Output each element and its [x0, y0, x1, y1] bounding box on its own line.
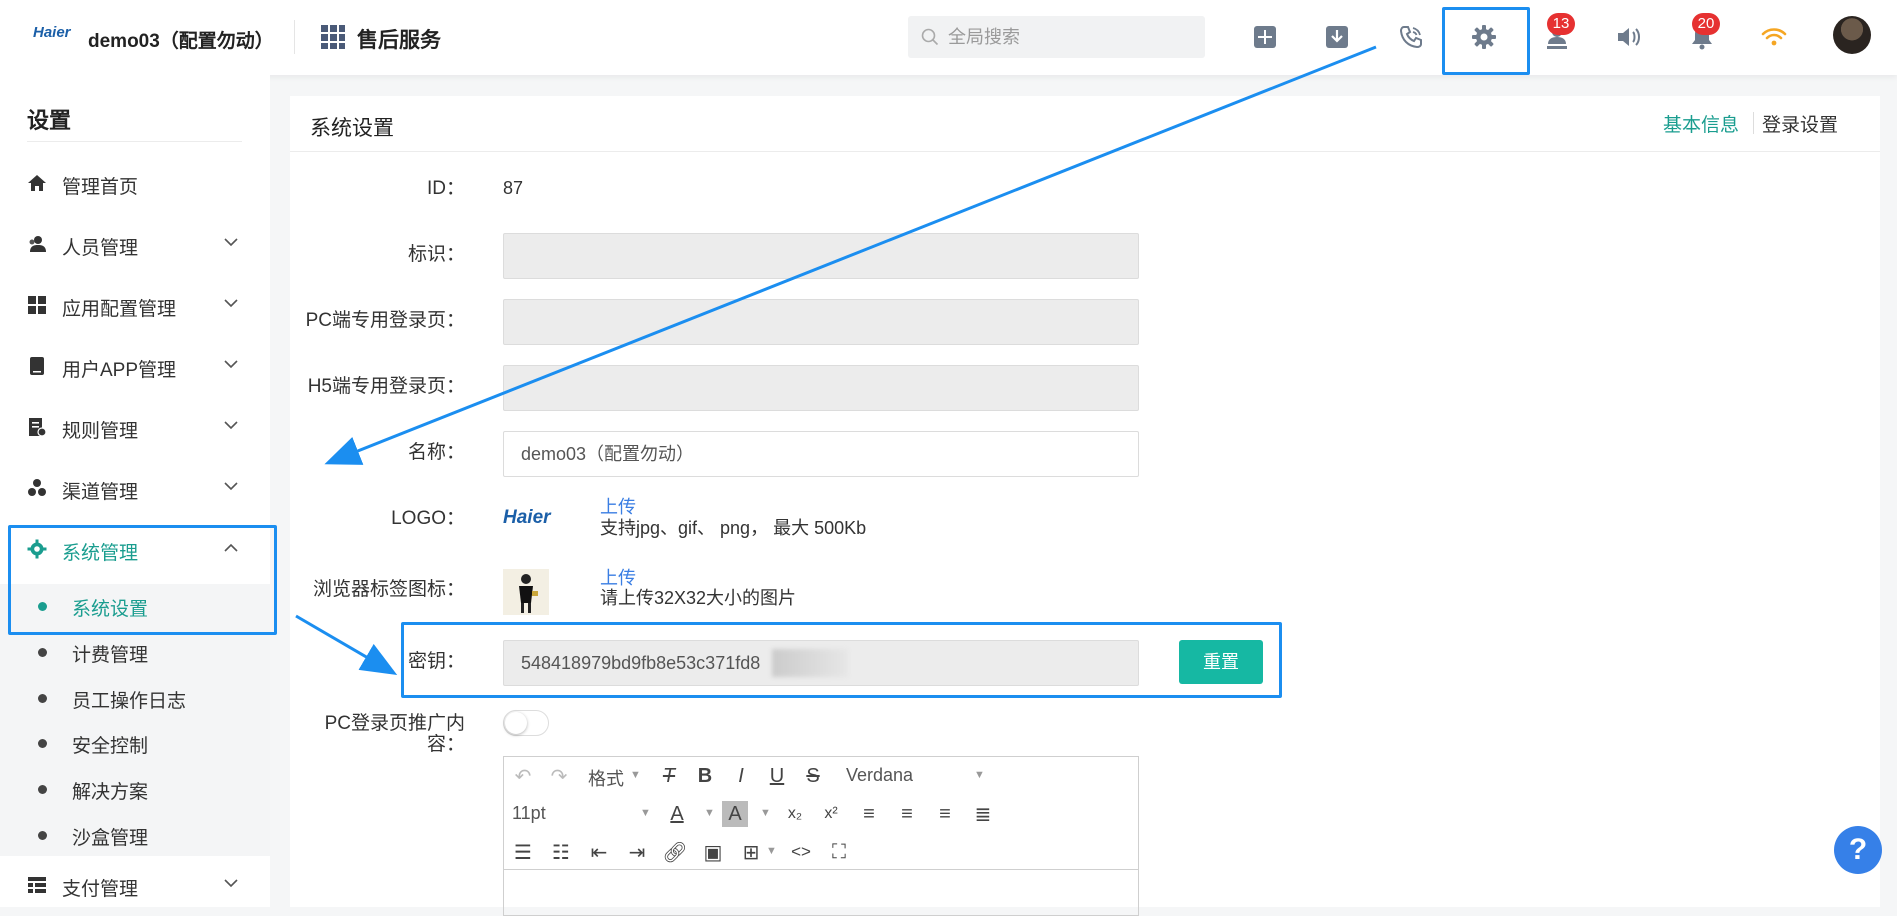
arrow-to-secret-key: [295, 614, 398, 676]
arrow-to-system-settings: [324, 45, 1377, 465]
help-button[interactable]: ?: [1834, 826, 1882, 874]
annotation-arrows: [295, 45, 1377, 676]
